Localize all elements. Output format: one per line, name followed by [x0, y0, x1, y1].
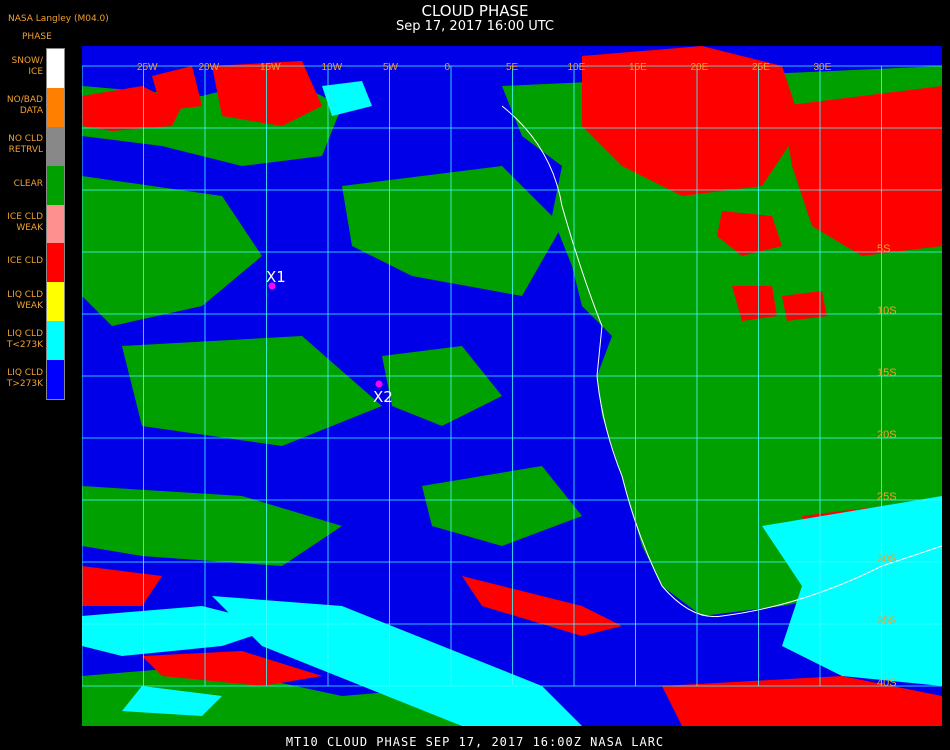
- longitude-label: 10E: [568, 62, 586, 73]
- legend-label: LIQ CLD T<273K: [6, 328, 43, 350]
- map-timestamp: Sep 17, 2017 16:00 UTC: [395, 19, 555, 34]
- legend-label: NO CLD RETRVL: [8, 134, 43, 156]
- latitude-label: 10S: [877, 305, 897, 317]
- longitude-label: 20E: [691, 62, 709, 73]
- longitude-label: 30E: [814, 62, 832, 73]
- longitude-label: 15W: [260, 62, 281, 73]
- legend-color-bar: [46, 48, 65, 400]
- credit-text: NASA Langley (M04.0): [8, 14, 109, 24]
- map-title: CLOUD PHASE: [421, 2, 529, 20]
- marker-label: X1: [266, 268, 286, 286]
- latitude-label: 30S: [877, 553, 897, 565]
- legend-swatch: [47, 126, 64, 166]
- latitude-label: 25S: [877, 491, 897, 503]
- legend-label: LIQ CLD WEAK: [7, 289, 43, 311]
- longitude-label: 15E: [629, 62, 647, 73]
- marker-label: X2: [373, 388, 393, 406]
- legend-label: ICE CLD WEAK: [7, 212, 43, 233]
- longitude-label: 25W: [137, 62, 158, 73]
- legend-heading: PHASE: [22, 32, 52, 42]
- legend-swatch: [47, 360, 64, 399]
- latitude-label: 40S: [877, 677, 897, 689]
- legend-label: NO/BAD DATA: [6, 95, 43, 117]
- legend-swatch: [47, 204, 64, 244]
- legend-swatch: [47, 49, 64, 88]
- legend-swatch: [47, 87, 64, 127]
- latitude-label: 15S: [877, 367, 897, 379]
- longitude-label: 5E: [506, 62, 519, 73]
- longitude-label: 5W: [383, 62, 399, 73]
- legend-swatch: [47, 321, 64, 361]
- latitude-label: 20S: [877, 429, 897, 441]
- latitude-label: 35S: [877, 615, 897, 627]
- longitude-label: 25E: [752, 62, 770, 73]
- legend-label: SNOW/ ICE: [11, 56, 43, 78]
- footer-caption: MT10 CLOUD PHASE SEP 17, 2017 16:00Z NAS…: [285, 735, 665, 749]
- marker-dot: [375, 380, 383, 388]
- cloud-phase-map: 5S 10S 15S 20S 25S 30S 35S 40S 25W 20W 15W 10W 5W 0 5…: [82, 46, 942, 726]
- legend-swatch: [47, 243, 64, 283]
- legend-swatch: [47, 282, 64, 322]
- legend-label: LIQ CLD T>273K: [6, 367, 43, 389]
- longitude-label: 0: [445, 62, 451, 73]
- latitude-label: 5S: [877, 243, 890, 255]
- legend-label: CLEAR: [13, 178, 43, 189]
- longitude-label: 10W: [322, 62, 343, 73]
- legend-swatch: [47, 165, 64, 205]
- legend-label: ICE CLD: [7, 256, 43, 267]
- longitude-label: 20W: [199, 62, 220, 73]
